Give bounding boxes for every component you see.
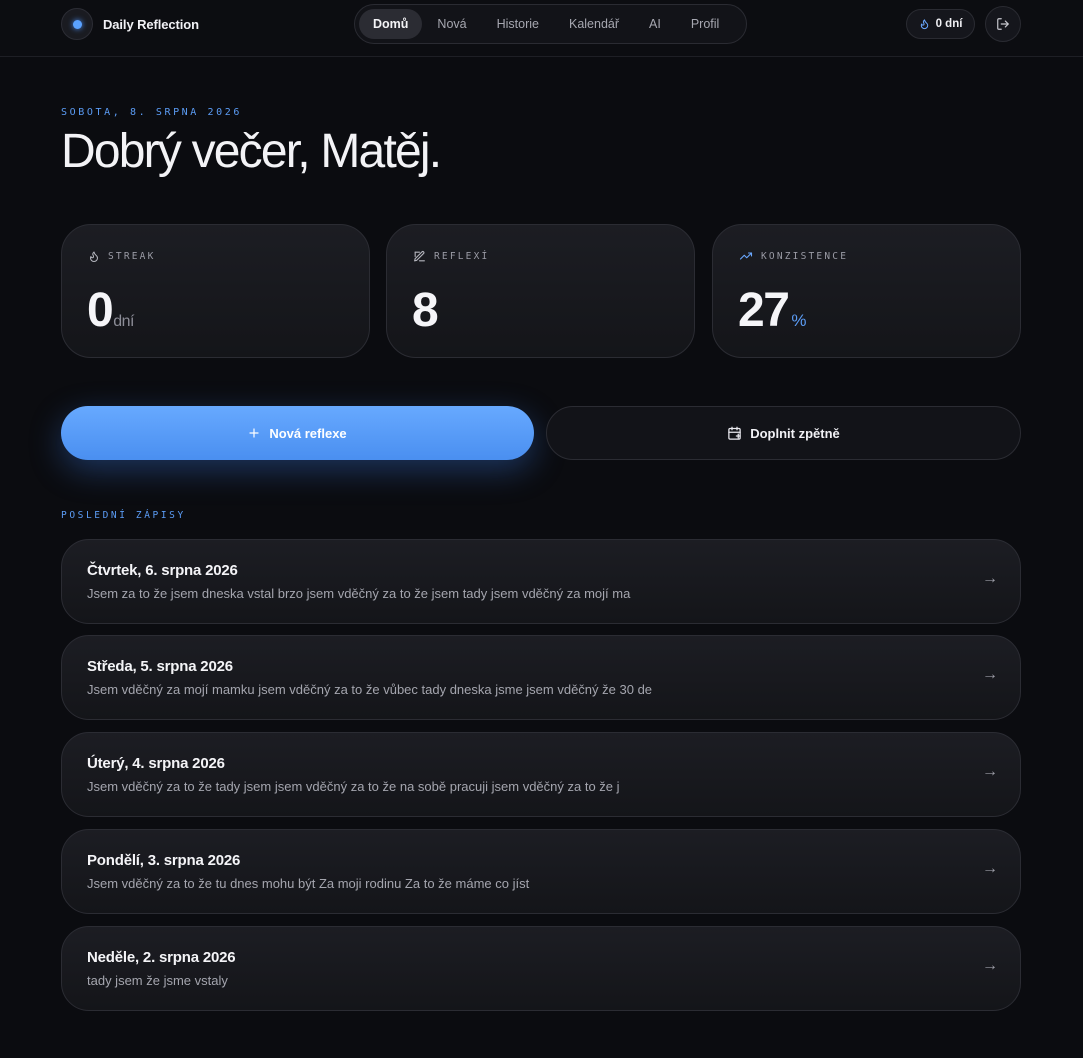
entry-title: Neděle, 2. srpna 2026 — [87, 949, 236, 966]
stat-reflections-label-row: REFLEXÍ — [413, 250, 489, 263]
flame-icon — [90, 251, 98, 262]
nav-item-profil[interactable]: Profil — [676, 9, 734, 39]
nav-item-historie[interactable]: Historie — [482, 9, 554, 39]
stat-reflections-label: REFLEXÍ — [434, 251, 490, 262]
recent-section-label: POSLEDNÍ ZÁPISY — [61, 510, 186, 521]
entry-preview: Jsem za to že jsem dneska vstal brzo jse… — [87, 586, 631, 601]
stat-streak-label-row: STREAK — [88, 250, 156, 263]
logout-button[interactable] — [985, 6, 1021, 42]
entry-item[interactable]: Středa, 5. srpna 2026 Jsem vděčný za moj… — [61, 635, 1021, 720]
stat-streak-label: STREAK — [108, 251, 156, 262]
stat-card-reflections: REFLEXÍ 8 — [386, 224, 695, 358]
stat-reflections-value: 8 — [412, 284, 439, 337]
arrow-right-icon: → — [982, 957, 998, 974]
brand[interactable]: Daily Reflection — [61, 8, 199, 40]
stat-consistency-label: KONZISTENCE — [761, 250, 849, 262]
stat-consistency-unit: % — [791, 311, 807, 330]
arrow-right-icon: → — [982, 666, 998, 683]
entry-title: Středa, 5. srpna 2026 — [87, 658, 233, 675]
entry-item[interactable]: Pondělí, 3. srpna 2026 Jsem vděčný za to… — [61, 829, 1021, 914]
top-bar: Daily Reflection Domů Nová Historie Kale… — [0, 0, 1083, 57]
note-edit-icon — [414, 251, 425, 262]
entry-preview: Jsem vděčný za to že tu dnes mohu být Za… — [87, 876, 530, 891]
nav-item-domu[interactable]: Domů — [359, 9, 423, 39]
brand-logo-icon — [61, 8, 93, 40]
entry-preview: Jsem vděčný za to že tady jsem jsem vděč… — [87, 779, 620, 794]
entry-title: Čtvrtek, 6. srpna 2026 — [87, 562, 238, 579]
trending-up-icon — [739, 252, 753, 260]
entry-title: Úterý, 4. srpna 2026 — [87, 755, 225, 772]
backfill-button[interactable]: Doplnit zpětně — [546, 406, 1021, 460]
nav-item-ai[interactable]: AI — [634, 9, 676, 39]
backfill-label: Doplnit zpětně — [750, 425, 840, 441]
stat-consistency-value: 27 — [738, 284, 790, 337]
streak-pill[interactable]: 0 dní — [906, 9, 975, 39]
new-reflection-label: Nová reflexe — [269, 425, 347, 441]
nav-item-kalendar[interactable]: Kalendář — [554, 9, 634, 39]
entry-preview: Jsem vděčný za mojí mamku jsem vděčný za… — [87, 682, 653, 697]
arrow-right-icon: → — [982, 860, 998, 877]
stat-consistency-value-row: 27 % — [738, 283, 807, 338]
flame-icon — [920, 19, 928, 30]
arrow-right-icon: → — [982, 570, 998, 587]
streak-pill-label: 0 dní — [935, 18, 963, 30]
stat-streak-unit: dní — [113, 313, 134, 330]
brand-name: Daily Reflection — [103, 16, 199, 32]
calendar-plus-icon — [728, 426, 741, 440]
entry-item[interactable]: Úterý, 4. srpna 2026 Jsem vděčný za to ž… — [61, 732, 1021, 817]
nav-item-nova[interactable]: Nová — [422, 9, 481, 39]
date-label: SOBOTA, 8. SRPNA 2026 — [61, 107, 243, 118]
plus-icon — [249, 428, 259, 438]
entry-item[interactable]: Neděle, 2. srpna 2026 tady jsem že jsme … — [61, 926, 1021, 1011]
entry-title: Pondělí, 3. srpna 2026 — [87, 852, 241, 869]
arrow-right-icon: → — [982, 763, 998, 780]
logout-icon — [997, 18, 1009, 30]
new-reflection-button[interactable]: Nová reflexe — [61, 406, 534, 460]
stat-card-streak: STREAK 0 dní — [61, 224, 370, 358]
main-nav: Domů Nová Historie Kalendář AI Profil — [354, 4, 747, 44]
stat-card-consistency: KONZISTENCE 27 % — [712, 224, 1021, 358]
entry-preview: tady jsem že jsme vstaly — [87, 973, 228, 988]
stat-reflections-value-row: 8 — [412, 283, 439, 338]
page-title: Dobrý večer, Matěj. — [61, 125, 442, 178]
stat-streak-value-row: 0 dní — [87, 283, 134, 338]
stat-consistency-label-row: KONZISTENCE — [739, 250, 848, 262]
entry-item[interactable]: Čtvrtek, 6. srpna 2026 Jsem za to že jse… — [61, 539, 1021, 624]
stat-streak-value: 0 — [87, 284, 114, 337]
